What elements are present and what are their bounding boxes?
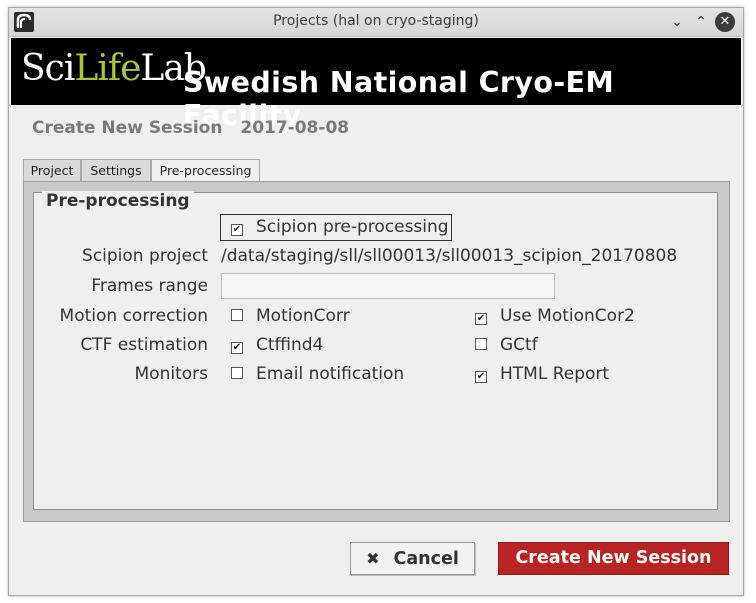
scipion-preprocessing-checkbox[interactable]: ✔ Scipion pre-processing — [220, 214, 452, 241]
frames-range-input[interactable] — [221, 273, 555, 299]
chevron-up-icon[interactable]: ⌃ — [691, 12, 711, 32]
cancel-label: Cancel — [393, 549, 459, 569]
group-title: Pre-processing — [42, 191, 194, 211]
use-motioncor2-checkbox[interactable]: ✔ Use MotionCor2 — [475, 306, 635, 326]
html-report-label: HTML Report — [500, 364, 610, 384]
use-motioncor2-label: Use MotionCor2 — [500, 306, 635, 326]
email-notification-checkbox[interactable]: Email notification — [231, 364, 404, 384]
x-icon: ✖ — [366, 549, 380, 568]
html-report-checkbox[interactable]: ✔ HTML Report — [475, 364, 609, 384]
logo-text-life: Life — [74, 48, 141, 89]
scipion-preprocessing-label: Scipion pre-processing — [256, 217, 449, 237]
monitors-label: Monitors — [134, 364, 208, 384]
facility-banner: SciLifeLab Swedish National Cryo-EM Faci… — [11, 38, 741, 132]
checkbox-icon[interactable] — [231, 367, 243, 379]
frames-range-label: Frames range — [91, 276, 208, 296]
page-title: Create New Session 2017-08-08 — [32, 118, 361, 138]
logo-text-sci: Sci — [21, 48, 75, 89]
create-new-session-button[interactable]: Create New Session — [498, 542, 729, 575]
ctffind4-checkbox[interactable]: ✔ Ctffind4 — [231, 335, 323, 355]
tab-settings[interactable]: Settings — [81, 159, 151, 181]
title-bar[interactable]: Projects (hal on cryo-staging) ⌄ ⌃ ✕ — [9, 8, 743, 37]
checkbox-icon[interactable]: ✔ — [475, 371, 487, 383]
checkbox-icon[interactable] — [231, 309, 243, 321]
email-notification-label: Email notification — [256, 364, 405, 384]
tab-pre-processing[interactable]: Pre-processing — [151, 159, 260, 182]
tab-project[interactable]: Project — [23, 159, 81, 181]
gctf-checkbox[interactable]: GCtf — [475, 335, 538, 355]
scipion-project-value: /data/staging/sll/sll00013/sll00013_scip… — [221, 246, 678, 266]
scipion-project-label: Scipion project — [82, 246, 208, 266]
scilifelab-logo: SciLifeLab — [21, 48, 207, 89]
chevron-down-icon[interactable]: ⌄ — [667, 12, 687, 32]
close-icon[interactable]: ✕ — [715, 12, 735, 32]
session-date: 2017-08-08 — [240, 118, 350, 138]
session-heading: Create New Session — [32, 118, 223, 138]
ctffind4-label: Ctffind4 — [256, 335, 324, 355]
gctf-label: GCtf — [500, 335, 538, 355]
motioncorr-label: MotionCorr — [256, 306, 350, 326]
checkbox-icon[interactable]: ✔ — [231, 342, 243, 354]
cancel-button[interactable]: ✖ Cancel — [350, 542, 475, 575]
window-title: Projects (hal on cryo-staging) — [273, 13, 479, 29]
scipion-preprocessing-option[interactable]: ✔ Scipion pre-processing — [231, 217, 449, 237]
checkbox-icon[interactable]: ✔ — [231, 224, 243, 236]
motioncorr-checkbox[interactable]: MotionCorr — [231, 306, 350, 326]
ctf-estimation-label: CTF estimation — [80, 335, 208, 355]
main-window: Projects (hal on cryo-staging) ⌄ ⌃ ✕ Sci… — [8, 7, 744, 596]
motion-correction-label: Motion correction — [59, 306, 208, 326]
checkbox-icon[interactable]: ✔ — [475, 313, 487, 325]
checkbox-icon[interactable] — [475, 338, 487, 350]
